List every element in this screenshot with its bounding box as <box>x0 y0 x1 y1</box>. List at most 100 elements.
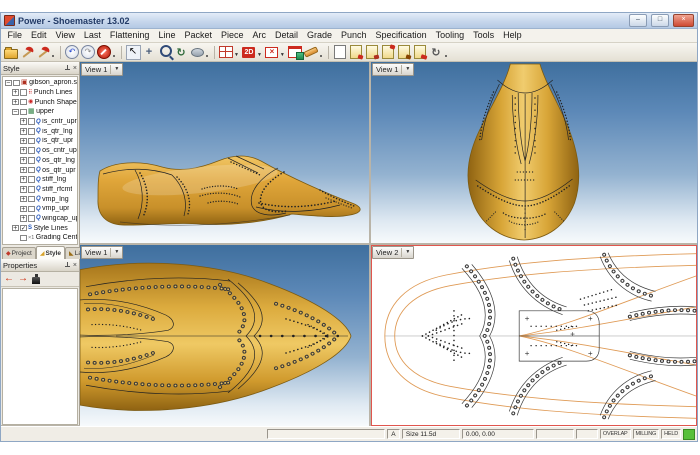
view-2d-dropdown[interactable]: ▼ <box>257 52 262 58</box>
tree-checkbox[interactable] <box>28 138 35 145</box>
minimize-button[interactable]: – <box>629 14 647 27</box>
open-style-button[interactable] <box>3 44 19 60</box>
tree-item-piece[interactable]: +Qwingcap_upr <box>3 214 77 224</box>
pattern-tool-3-button[interactable] <box>380 44 396 60</box>
pattern-tool-4-button[interactable] <box>396 44 412 60</box>
view-window-button[interactable] <box>287 44 303 60</box>
expand-toggle[interactable]: + <box>20 196 27 203</box>
cancel-button[interactable] <box>96 44 112 60</box>
view-selector[interactable]: View 1▼ <box>81 246 123 259</box>
pattern-tool-2-button[interactable] <box>364 44 380 60</box>
redo-button[interactable]: ↷ <box>80 44 96 60</box>
viewport-top-left[interactable]: View 1▼ <box>80 62 369 243</box>
view-selector[interactable]: View 1▼ <box>372 63 414 76</box>
viewport-layout-dropdown[interactable]: ▼ <box>234 52 239 58</box>
menu-item[interactable]: File <box>3 29 27 42</box>
tree-checkbox[interactable] <box>28 167 35 174</box>
pin-icon[interactable] <box>64 262 71 269</box>
pattern-tool-1-button[interactable] <box>348 44 364 60</box>
view-expand-dropdown[interactable]: ▼ <box>280 52 285 58</box>
panel-close-icon[interactable]: × <box>73 262 77 269</box>
menu-item[interactable]: Tools <box>469 29 499 42</box>
tree-checkbox[interactable] <box>28 118 35 125</box>
shade-view-button[interactable] <box>189 44 205 60</box>
tree-checkbox[interactable] <box>28 176 35 183</box>
regrade-button[interactable]: ↻ <box>428 44 444 60</box>
chalk-mark-button[interactable] <box>303 44 319 60</box>
tree-checkbox[interactable] <box>20 89 27 96</box>
tab-project[interactable]: ◆Project <box>2 247 36 259</box>
toolbar-overflow-dot[interactable] <box>320 55 322 57</box>
menu-item[interactable]: Line <box>154 29 180 42</box>
pattern-tool-5-button[interactable] <box>412 44 428 60</box>
viewport-bottom-left[interactable]: View 1▼ <box>80 245 369 426</box>
tab-style[interactable]: ◢Style <box>36 246 65 259</box>
tree-item-punch-lines[interactable]: +⠿Punch Lines <box>3 88 77 98</box>
expand-toggle[interactable]: + <box>20 206 27 213</box>
tree-checkbox[interactable] <box>20 235 27 242</box>
expand-toggle[interactable]: + <box>20 167 27 174</box>
menu-item[interactable]: Edit <box>27 29 52 42</box>
tree-item-upper[interactable]: −▦upper <box>3 107 77 117</box>
toolbar-overflow-dot[interactable] <box>113 55 115 57</box>
undo-button[interactable]: ↶ <box>64 44 80 60</box>
tree-item-piece[interactable]: +Qos_qtr_lng <box>3 156 77 166</box>
menu-item[interactable]: Specification <box>371 29 431 42</box>
toolbar-overflow-dot[interactable] <box>206 55 208 57</box>
new-pattern-button[interactable] <box>332 44 348 60</box>
tree-item-piece[interactable]: +Qvmp_upr <box>3 204 77 214</box>
tree-item-style-lines[interactable]: +✓SStyle Lines <box>3 223 77 233</box>
view-2d-button[interactable]: 2D <box>241 44 257 60</box>
punch-knife-alt-button[interactable] <box>35 44 51 60</box>
tree-item-punch-shapes[interactable]: +◉Punch Shapes <box>3 97 77 107</box>
expand-toggle[interactable]: + <box>12 89 19 96</box>
stamp-icon[interactable] <box>32 277 40 284</box>
expand-toggle[interactable]: + <box>20 128 27 135</box>
menu-item[interactable]: Help <box>499 29 527 42</box>
expand-toggle[interactable]: + <box>20 215 27 222</box>
menu-item[interactable]: Punch <box>337 29 372 42</box>
tree-checkbox[interactable] <box>28 215 35 222</box>
expand-toggle[interactable]: + <box>20 138 27 145</box>
tree-item-piece[interactable]: +Qvmp_lng <box>3 194 77 204</box>
tree-checkbox[interactable] <box>28 128 35 135</box>
menu-item[interactable]: Arc <box>248 29 271 42</box>
tree-checkbox[interactable] <box>20 99 27 106</box>
pan-view-button[interactable]: + <box>141 44 157 60</box>
menu-item[interactable]: Flattening <box>105 29 154 42</box>
menu-item[interactable]: Packet <box>180 29 217 42</box>
tree-checkbox[interactable] <box>20 109 27 116</box>
view-expand-button[interactable]: × <box>264 44 280 60</box>
tree-item-piece[interactable]: +Qis_qtr_upr <box>3 136 77 146</box>
prev-arrow-button[interactable]: ← <box>4 274 14 284</box>
expand-toggle[interactable]: + <box>12 225 19 232</box>
tree-item-piece[interactable]: +Qis_cntr_upr <box>3 117 77 127</box>
tree-checkbox[interactable] <box>28 196 35 203</box>
zoom-view-button[interactable] <box>157 44 173 60</box>
rotate-view-button[interactable]: ↻ <box>173 44 189 60</box>
tree-item-piece[interactable]: +Qstiff_lng <box>3 175 77 185</box>
tree-checkbox[interactable] <box>28 206 35 213</box>
tree-item-grading-centres[interactable]: +×1Grading Centres <box>3 233 77 243</box>
punch-knife-button[interactable] <box>19 44 35 60</box>
viewport-top-right[interactable]: View 1▼ <box>371 62 697 243</box>
tree-item-piece[interactable]: +Qos_qtr_upr <box>3 165 77 175</box>
tree-checkbox[interactable] <box>28 186 35 193</box>
expand-toggle[interactable]: + <box>12 99 19 106</box>
tree-checkbox[interactable] <box>28 147 35 154</box>
view-selector[interactable]: View 1▼ <box>81 63 123 76</box>
menu-item[interactable]: Detail <box>270 29 302 42</box>
tree-checkbox[interactable]: ✓ <box>20 225 27 232</box>
viewport-bottom-right[interactable]: View 2▼ <box>371 245 697 426</box>
menu-item[interactable]: View <box>51 29 79 42</box>
tree-item-gibson-apron[interactable]: −▣gibson_apron.sty <box>3 78 77 88</box>
menu-item[interactable]: Piece <box>216 29 248 42</box>
select-cursor-button[interactable]: ↖ <box>125 44 141 60</box>
tree-item-piece[interactable]: +Qis_qtr_lng <box>3 126 77 136</box>
menu-item[interactable]: Grade <box>303 29 337 42</box>
panel-close-icon[interactable]: × <box>73 65 77 72</box>
pin-icon[interactable] <box>64 65 71 72</box>
menu-item[interactable]: Last <box>79 29 105 42</box>
menu-item[interactable]: Tooling <box>431 29 469 42</box>
expand-toggle[interactable]: + <box>20 186 27 193</box>
